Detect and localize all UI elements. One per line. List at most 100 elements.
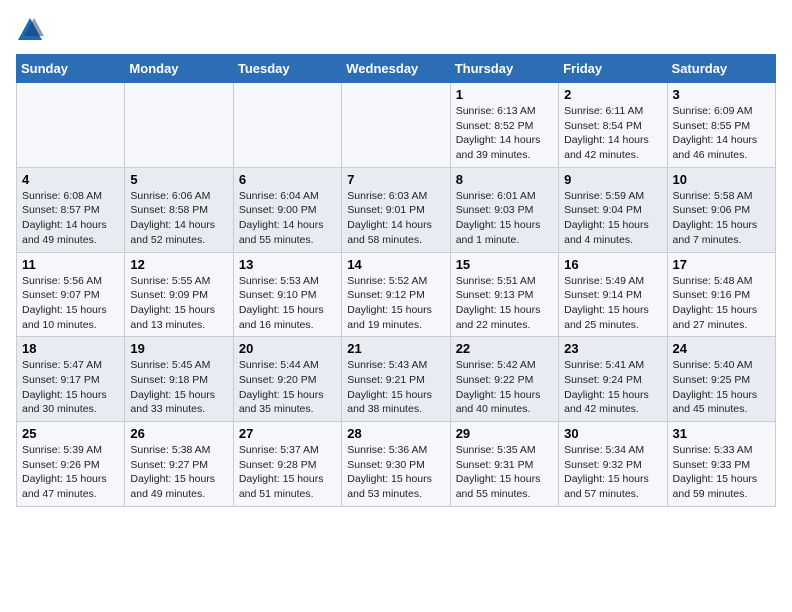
day-number: 29: [456, 426, 553, 441]
day-number: 25: [22, 426, 119, 441]
week-row-3: 11 Sunrise: 5:56 AM Sunset: 9:07 PM Dayli…: [17, 252, 776, 337]
day-number: 3: [673, 87, 770, 102]
day-cell: 13 Sunrise: 5:53 AM Sunset: 9:10 PM Dayli…: [233, 252, 341, 337]
day-cell: 17Sunrise: 5:48 AM Sunset: 9:16 PM Dayli…: [667, 252, 775, 337]
day-info: Sunrise: 5:59 AM Sunset: 9:04 PM Dayligh…: [564, 189, 661, 248]
logo: [16, 16, 48, 44]
day-number: 7: [347, 172, 444, 187]
day-cell: 24 Sunrise: 5:40 AM Sunset: 9:25 PM Dayli…: [667, 337, 775, 422]
day-cell: 23Sunrise: 5:41 AM Sunset: 9:24 PM Dayli…: [559, 337, 667, 422]
page-header: [16, 16, 776, 44]
day-info: Sunrise: 6:08 AM Sunset: 8:57 PM Dayligh…: [22, 189, 119, 248]
day-cell: 25 Sunrise: 5:39 AM Sunset: 9:26 PM Dayli…: [17, 422, 125, 507]
day-cell: 9 Sunrise: 5:59 AM Sunset: 9:04 PM Daylig…: [559, 167, 667, 252]
day-cell: 5 Sunrise: 6:06 AM Sunset: 8:58 PM Daylig…: [125, 167, 233, 252]
day-cell: 27Sunrise: 5:37 AM Sunset: 9:28 PM Dayli…: [233, 422, 341, 507]
week-row-1: 1 Sunrise: 6:13 AM Sunset: 8:52 PM Daylig…: [17, 83, 776, 168]
day-info: Sunrise: 6:04 AM Sunset: 9:00 PM Dayligh…: [239, 189, 336, 248]
day-number: 31: [673, 426, 770, 441]
header-friday: Friday: [559, 55, 667, 83]
day-cell: 2Sunrise: 6:11 AM Sunset: 8:54 PM Daylig…: [559, 83, 667, 168]
day-info: Sunrise: 5:45 AM Sunset: 9:18 PM Dayligh…: [130, 358, 227, 417]
day-number: 30: [564, 426, 661, 441]
header-sunday: Sunday: [17, 55, 125, 83]
day-cell: 14 Sunrise: 5:52 AM Sunset: 9:12 PM Dayli…: [342, 252, 450, 337]
day-info: Sunrise: 5:39 AM Sunset: 9:26 PM Dayligh…: [22, 443, 119, 502]
day-number: 26: [130, 426, 227, 441]
day-number: 1: [456, 87, 553, 102]
day-info: Sunrise: 5:47 AM Sunset: 9:17 PM Dayligh…: [22, 358, 119, 417]
day-number: 9: [564, 172, 661, 187]
day-info: Sunrise: 5:43 AM Sunset: 9:21 PM Dayligh…: [347, 358, 444, 417]
day-cell: 15Sunrise: 5:51 AM Sunset: 9:13 PM Dayli…: [450, 252, 558, 337]
day-cell: 18Sunrise: 5:47 AM Sunset: 9:17 PM Dayli…: [17, 337, 125, 422]
day-info: Sunrise: 5:40 AM Sunset: 9:25 PM Dayligh…: [673, 358, 770, 417]
calendar-header: SundayMondayTuesdayWednesdayThursdayFrid…: [17, 55, 776, 83]
header-monday: Monday: [125, 55, 233, 83]
day-info: Sunrise: 6:06 AM Sunset: 8:58 PM Dayligh…: [130, 189, 227, 248]
day-cell: 7Sunrise: 6:03 AM Sunset: 9:01 PM Daylig…: [342, 167, 450, 252]
day-number: 28: [347, 426, 444, 441]
calendar-body: 1 Sunrise: 6:13 AM Sunset: 8:52 PM Daylig…: [17, 83, 776, 507]
day-number: 24: [673, 341, 770, 356]
day-number: 17: [673, 257, 770, 272]
day-info: Sunrise: 6:13 AM Sunset: 8:52 PM Dayligh…: [456, 104, 553, 163]
day-info: Sunrise: 5:58 AM Sunset: 9:06 PM Dayligh…: [673, 189, 770, 248]
day-number: 23: [564, 341, 661, 356]
day-number: 4: [22, 172, 119, 187]
day-number: 12: [130, 257, 227, 272]
day-info: Sunrise: 5:44 AM Sunset: 9:20 PM Dayligh…: [239, 358, 336, 417]
day-number: 11: [22, 257, 119, 272]
day-number: 27: [239, 426, 336, 441]
day-cell: 1 Sunrise: 6:13 AM Sunset: 8:52 PM Daylig…: [450, 83, 558, 168]
day-number: 2: [564, 87, 661, 102]
day-cell: 28 Sunrise: 5:36 AM Sunset: 9:30 PM Dayli…: [342, 422, 450, 507]
day-cell: [342, 83, 450, 168]
day-cell: 22 Sunrise: 5:42 AM Sunset: 9:22 PM Dayli…: [450, 337, 558, 422]
day-info: Sunrise: 5:33 AM Sunset: 9:33 PM Dayligh…: [673, 443, 770, 502]
day-cell: 31 Sunrise: 5:33 AM Sunset: 9:33 PM Dayli…: [667, 422, 775, 507]
day-cell: 8 Sunrise: 6:01 AM Sunset: 9:03 PM Daylig…: [450, 167, 558, 252]
day-info: Sunrise: 6:09 AM Sunset: 8:55 PM Dayligh…: [673, 104, 770, 163]
day-cell: 19 Sunrise: 5:45 AM Sunset: 9:18 PM Dayli…: [125, 337, 233, 422]
day-info: Sunrise: 5:52 AM Sunset: 9:12 PM Dayligh…: [347, 274, 444, 333]
day-cell: 3 Sunrise: 6:09 AM Sunset: 8:55 PM Daylig…: [667, 83, 775, 168]
day-number: 20: [239, 341, 336, 356]
week-row-2: 4 Sunrise: 6:08 AM Sunset: 8:57 PM Daylig…: [17, 167, 776, 252]
day-cell: 11 Sunrise: 5:56 AM Sunset: 9:07 PM Dayli…: [17, 252, 125, 337]
day-cell: 6 Sunrise: 6:04 AM Sunset: 9:00 PM Daylig…: [233, 167, 341, 252]
day-info: Sunrise: 5:38 AM Sunset: 9:27 PM Dayligh…: [130, 443, 227, 502]
day-info: Sunrise: 5:36 AM Sunset: 9:30 PM Dayligh…: [347, 443, 444, 502]
header-thursday: Thursday: [450, 55, 558, 83]
day-info: Sunrise: 5:35 AM Sunset: 9:31 PM Dayligh…: [456, 443, 553, 502]
header-row: SundayMondayTuesdayWednesdayThursdayFrid…: [17, 55, 776, 83]
day-info: Sunrise: 5:53 AM Sunset: 9:10 PM Dayligh…: [239, 274, 336, 333]
day-info: Sunrise: 5:56 AM Sunset: 9:07 PM Dayligh…: [22, 274, 119, 333]
header-tuesday: Tuesday: [233, 55, 341, 83]
day-number: 8: [456, 172, 553, 187]
day-number: 6: [239, 172, 336, 187]
header-saturday: Saturday: [667, 55, 775, 83]
day-cell: 10Sunrise: 5:58 AM Sunset: 9:06 PM Dayli…: [667, 167, 775, 252]
day-info: Sunrise: 6:01 AM Sunset: 9:03 PM Dayligh…: [456, 189, 553, 248]
day-cell: 21 Sunrise: 5:43 AM Sunset: 9:21 PM Dayli…: [342, 337, 450, 422]
day-cell: 12Sunrise: 5:55 AM Sunset: 9:09 PM Dayli…: [125, 252, 233, 337]
calendar-table: SundayMondayTuesdayWednesdayThursdayFrid…: [16, 54, 776, 507]
day-number: 19: [130, 341, 227, 356]
day-number: 16: [564, 257, 661, 272]
day-info: Sunrise: 5:51 AM Sunset: 9:13 PM Dayligh…: [456, 274, 553, 333]
day-cell: [17, 83, 125, 168]
day-cell: 29 Sunrise: 5:35 AM Sunset: 9:31 PM Dayli…: [450, 422, 558, 507]
day-info: Sunrise: 5:42 AM Sunset: 9:22 PM Dayligh…: [456, 358, 553, 417]
logo-icon: [16, 16, 44, 44]
day-info: Sunrise: 5:49 AM Sunset: 9:14 PM Dayligh…: [564, 274, 661, 333]
day-number: 14: [347, 257, 444, 272]
day-cell: 4 Sunrise: 6:08 AM Sunset: 8:57 PM Daylig…: [17, 167, 125, 252]
day-number: 22: [456, 341, 553, 356]
day-info: Sunrise: 5:34 AM Sunset: 9:32 PM Dayligh…: [564, 443, 661, 502]
header-wednesday: Wednesday: [342, 55, 450, 83]
day-number: 13: [239, 257, 336, 272]
day-number: 21: [347, 341, 444, 356]
day-number: 5: [130, 172, 227, 187]
week-row-4: 18Sunrise: 5:47 AM Sunset: 9:17 PM Dayli…: [17, 337, 776, 422]
